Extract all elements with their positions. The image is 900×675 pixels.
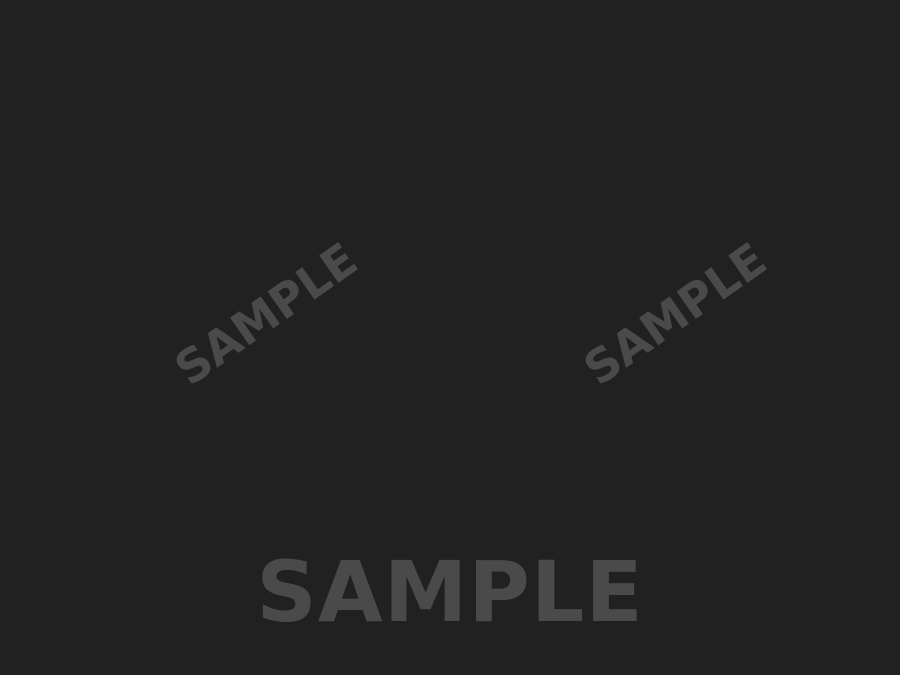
watermark-bottom: SAMPLE bbox=[256, 543, 644, 641]
watermark-left-diagonal: SAMPLE bbox=[164, 231, 368, 397]
watermark-right-diagonal: SAMPLE bbox=[573, 231, 777, 397]
blank-canvas: SAMPLE SAMPLE SAMPLE bbox=[0, 0, 900, 675]
